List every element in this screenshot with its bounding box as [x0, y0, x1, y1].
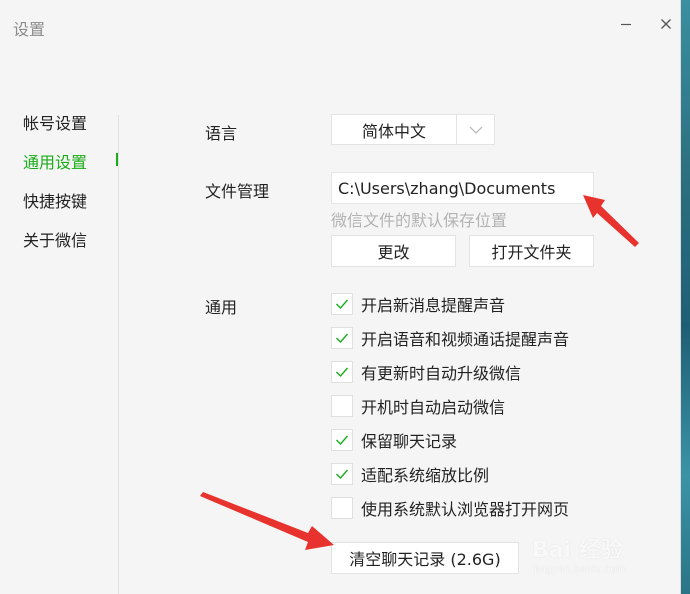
check-icon [336, 333, 349, 344]
checkbox[interactable] [331, 327, 353, 349]
close-icon [661, 19, 671, 29]
open-folder-button[interactable]: 打开文件夹 [469, 235, 594, 267]
file-path-field[interactable]: C:\Users\zhang\Documents [331, 172, 594, 204]
sidebar-item-general[interactable]: 通用设置 [23, 149, 87, 173]
close-button[interactable] [654, 12, 678, 36]
check-icon [336, 435, 349, 446]
checkbox[interactable] [331, 463, 353, 485]
language-value: 简体中文 [332, 115, 457, 144]
option-label: 有更新时自动升级微信 [361, 364, 522, 383]
sidebar-item-about[interactable]: 关于微信 [23, 227, 87, 251]
option-system-scaling[interactable]: 适配系统缩放比例 [331, 462, 489, 486]
checkbox[interactable] [331, 293, 353, 315]
option-label: 使用系统默认浏览器打开网页 [361, 500, 570, 519]
checkbox[interactable] [331, 361, 353, 383]
checkbox[interactable] [331, 497, 353, 519]
file-path-hint: 微信文件的默认保存位置 [331, 211, 508, 230]
minimize-button[interactable] [614, 12, 638, 36]
option-label: 适配系统缩放比例 [361, 466, 490, 485]
baidu-watermark-logo: Bai 经验 jingyan.baidu.com [532, 538, 627, 575]
option-call-sound[interactable]: 开启语音和视频通话提醒声音 [331, 326, 569, 350]
chevron-down-icon [457, 115, 494, 144]
clear-history-button[interactable]: 清空聊天记录 (2.6G) [331, 542, 519, 574]
option-auto-update[interactable]: 有更新时自动升级微信 [331, 360, 521, 384]
option-new-message-sound[interactable]: 开启新消息提醒声音 [331, 292, 505, 316]
settings-window: 设置 帐号设置 通用设置 快捷按键 关于微信 语言 简体中文 文件管理 C:\U… [0, 0, 681, 594]
sidebar-divider [118, 115, 119, 594]
sidebar-item-shortcuts[interactable]: 快捷按键 [23, 188, 87, 212]
window-title: 设置 [13, 20, 46, 39]
option-label: 开机时自动启动微信 [361, 398, 506, 417]
language-select[interactable]: 简体中文 [331, 114, 495, 145]
language-label: 语言 [205, 124, 238, 143]
checkbox[interactable] [331, 395, 353, 417]
sidebar-item-account[interactable]: 帐号设置 [23, 110, 87, 134]
minimize-icon [621, 23, 631, 26]
general-label: 通用 [205, 298, 238, 317]
option-label: 开启新消息提醒声音 [361, 296, 506, 315]
option-auto-start[interactable]: 开机时自动启动微信 [331, 394, 505, 418]
file-management-label: 文件管理 [205, 182, 270, 201]
option-default-browser[interactable]: 使用系统默认浏览器打开网页 [331, 496, 569, 520]
check-icon [336, 299, 349, 310]
check-icon [336, 367, 349, 378]
check-icon [336, 469, 349, 480]
desktop-background [680, 0, 690, 594]
option-label: 保留聊天记录 [361, 432, 458, 451]
checkbox[interactable] [331, 429, 353, 451]
option-keep-history[interactable]: 保留聊天记录 [331, 428, 457, 452]
option-label: 开启语音和视频通话提醒声音 [361, 330, 570, 349]
change-path-button[interactable]: 更改 [331, 235, 456, 267]
